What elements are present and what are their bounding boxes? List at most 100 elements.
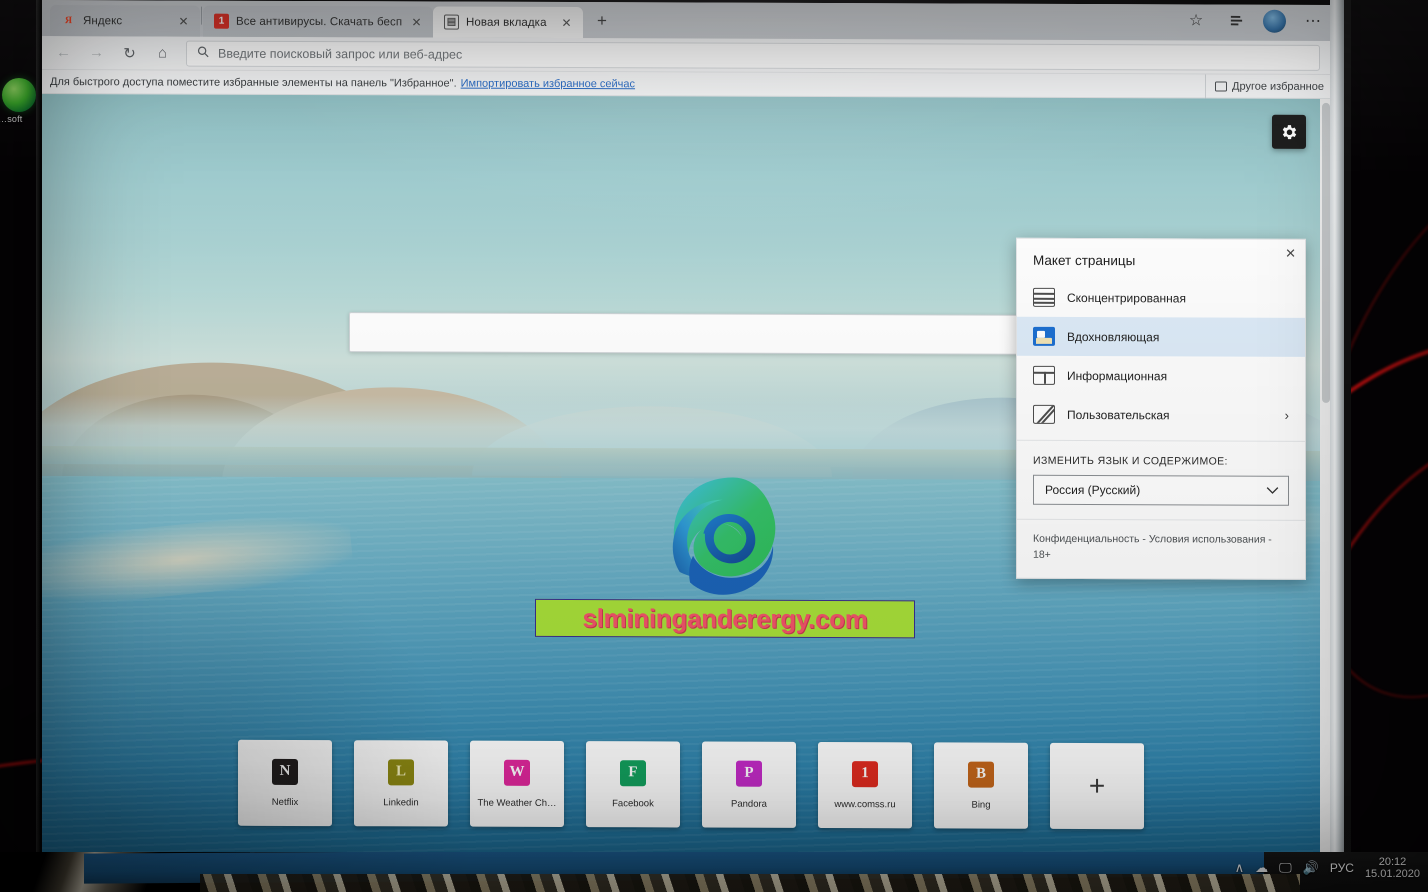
clock[interactable]: 20:12 15.01.2020 xyxy=(1365,856,1420,881)
clock-time: 20:12 xyxy=(1378,856,1407,868)
tile-weather-channel[interactable]: W The Weather Ch… xyxy=(470,740,564,828)
tab-close-icon[interactable]: ✕ xyxy=(559,15,574,29)
address-bar[interactable]: Введите поисковый запрос или веб-адрес xyxy=(186,40,1320,71)
tile-label: Netflix xyxy=(271,796,299,808)
facebook-icon: F xyxy=(620,759,646,786)
tile-bing[interactable]: B Bing xyxy=(934,742,1028,829)
layout-option-inspirational[interactable]: Вдохновляющая xyxy=(1017,316,1305,357)
tile-pandora[interactable]: P Pandora xyxy=(702,741,796,828)
page-layout-flyout: ✕ Макет страницы Сконцентрированная Вдох… xyxy=(1016,237,1306,580)
tab-new-tab[interactable]: ▤ Новая вкладка ✕ xyxy=(433,6,583,39)
language-indicator[interactable]: РУС xyxy=(1330,861,1354,875)
focused-layout-icon xyxy=(1033,287,1055,307)
layout-option-custom[interactable]: Пользовательская › xyxy=(1017,395,1305,435)
tile-comss[interactable]: 1 www.comss.ru xyxy=(818,741,912,829)
flyout-title: Макет страницы xyxy=(1033,252,1136,269)
new-tab-page: slmininganderergy.com N Netflix L Linked… xyxy=(42,94,1332,867)
shortcut-tiles: N Netflix L Linkedin W The Weather Ch… F… xyxy=(238,739,1144,830)
favorites-star-icon[interactable]: ☆ xyxy=(1183,7,1209,33)
chevron-right-icon[interactable]: › xyxy=(1285,408,1289,423)
browser-toolbar: ← → ↻ ⌂ Введите поисковый запрос или веб… xyxy=(42,36,1332,75)
refresh-button[interactable]: ↻ xyxy=(114,40,145,66)
plus-icon: + xyxy=(1088,770,1106,802)
custom-layout-icon xyxy=(1033,404,1055,424)
collections-icon[interactable] xyxy=(1223,8,1249,34)
tab-close-icon[interactable]: ✕ xyxy=(176,14,191,28)
back-button[interactable]: ← xyxy=(48,40,79,66)
language-select[interactable]: Россия (Русский) xyxy=(1033,474,1289,506)
tile-label: Facebook xyxy=(612,797,654,809)
tile-linkedin[interactable]: L Linkedin xyxy=(354,740,448,827)
tab-separator xyxy=(201,6,202,25)
system-tray: ∧ ☁ 🖵 🔊 РУС 20:12 15.01.2020 xyxy=(1235,856,1420,881)
monitor-bezel-left xyxy=(36,0,40,892)
search-icon xyxy=(197,46,209,61)
desktop-icon-microsoft[interactable]: …soft xyxy=(0,78,40,124)
folder-icon xyxy=(1215,81,1227,92)
other-favorites-label: Другое избранное xyxy=(1232,80,1324,93)
add-shortcut-tile[interactable]: + xyxy=(1050,742,1144,830)
legal-links[interactable]: Конфиденциальность - Условия использован… xyxy=(1017,518,1305,579)
pandora-icon: P xyxy=(736,760,762,787)
tab-close-icon[interactable]: ✕ xyxy=(409,15,424,29)
watermark-text: slmininganderergy.com xyxy=(582,602,868,634)
yandex-icon: Я xyxy=(64,15,73,27)
home-button[interactable]: ⌂ xyxy=(147,40,178,66)
edge-logo-icon xyxy=(672,477,776,595)
tab-title: Яндекс xyxy=(83,14,123,27)
weather-icon: W xyxy=(504,759,530,786)
tab-title: Новая вкладка xyxy=(466,16,547,29)
tile-netflix[interactable]: N Netflix xyxy=(238,739,332,827)
tab-antiviruses[interactable]: 1 Все антивирусы. Скачать бесп ✕ xyxy=(203,5,433,38)
language-section-label: ИЗМЕНИТЬ ЯЗЫК И СОДЕРЖИМОЕ: xyxy=(1033,454,1228,468)
tile-label: Pandora xyxy=(731,798,767,810)
tab-title: Все антивирусы. Скачать бесп xyxy=(236,15,403,28)
layout-option-label: Вдохновляющая xyxy=(1067,329,1160,344)
profile-avatar[interactable] xyxy=(1263,9,1286,33)
monitor-bezel-right-outer xyxy=(1344,0,1351,892)
volume-icon[interactable]: 🔊 xyxy=(1303,860,1319,876)
page-settings-gear-button[interactable] xyxy=(1272,114,1306,149)
tab-yandex[interactable]: Я Яндекс ✕ xyxy=(50,5,200,37)
tile-facebook[interactable]: F Facebook xyxy=(586,741,680,828)
tile-label: Bing xyxy=(971,799,991,811)
layout-option-focused[interactable]: Сконцентрированная xyxy=(1017,278,1305,318)
import-favorites-link[interactable]: Импортировать избранное сейчас xyxy=(461,77,635,90)
globe-icon xyxy=(2,78,36,112)
linkedin-icon: L xyxy=(388,758,414,785)
tile-label: The Weather Ch… xyxy=(477,797,557,809)
address-input-placeholder[interactable]: Введите поисковый запрос или веб-адрес xyxy=(218,46,462,61)
monitor-bezel-right xyxy=(1330,0,1344,892)
tray-chevron-icon[interactable]: ∧ xyxy=(1235,860,1245,876)
clock-date: 15.01.2020 xyxy=(1364,868,1420,881)
network-icon[interactable]: 🖵 xyxy=(1279,860,1292,876)
chevron-down-icon xyxy=(1266,484,1279,498)
onedrive-cloud-icon[interactable]: ☁ xyxy=(1255,860,1268,876)
site-icon: 1 xyxy=(214,13,229,29)
tile-label: Linkedin xyxy=(383,796,419,808)
new-tab-button[interactable]: + xyxy=(589,8,615,34)
language-select-value: Россия (Русский) xyxy=(1045,482,1141,498)
desktop-icon-label: …soft xyxy=(0,114,23,124)
settings-more-icon[interactable]: ⋯ xyxy=(1300,8,1326,34)
windows-taskbar: ∧ ☁ 🖵 🔊 РУС 20:12 15.01.2020 xyxy=(0,852,1428,892)
layout-option-label: Информационная xyxy=(1067,368,1168,383)
tile-label: www.comss.ru xyxy=(834,798,896,810)
bing-icon: B xyxy=(968,761,994,788)
comss-icon: 1 xyxy=(852,760,878,787)
browser-window: Я Яндекс ✕ 1 Все антивирусы. Скачать бес… xyxy=(42,0,1332,867)
ntp-search-box[interactable] xyxy=(349,312,1049,355)
close-icon[interactable]: ✕ xyxy=(1285,246,1296,262)
inspirational-layout-icon xyxy=(1033,326,1055,346)
forward-button[interactable]: → xyxy=(81,40,112,66)
tab-strip: Я Яндекс ✕ 1 Все антивирусы. Скачать бес… xyxy=(42,0,1332,41)
scrollbar-thumb[interactable] xyxy=(1322,102,1330,403)
netflix-icon: N xyxy=(272,758,298,785)
favorites-bar-message: Для быстрого доступа поместите избранные… xyxy=(50,75,457,90)
tabstrip-right-buttons: ☆ ⋯ xyxy=(1183,7,1326,34)
layout-option-informational[interactable]: Информационная xyxy=(1017,356,1305,396)
newtab-icon: ▤ xyxy=(444,14,459,30)
other-favorites-button[interactable]: Другое избранное xyxy=(1205,74,1324,99)
layout-option-label: Пользовательская xyxy=(1067,407,1170,422)
edge-logo xyxy=(659,468,807,617)
